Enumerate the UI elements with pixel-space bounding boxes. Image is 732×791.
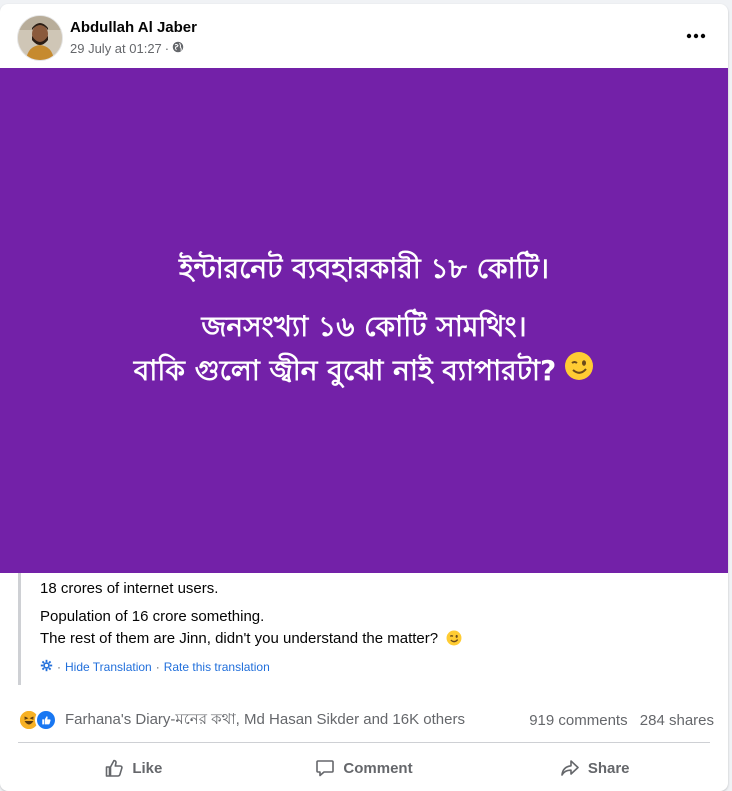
translation-tools: · Hide Translation · Rate this translati… (40, 659, 270, 675)
more-options-icon[interactable] (682, 26, 710, 46)
meta-separator: · (164, 41, 170, 56)
tools-separator: · (57, 660, 61, 674)
share-label: Share (587, 759, 630, 777)
post-meta: 29 July at 01:27 · (70, 41, 184, 56)
wink-emoji-icon (564, 350, 594, 394)
share-button[interactable]: Share (479, 748, 710, 788)
author-name[interactable]: Abdullah Al Jaber (70, 19, 197, 36)
image-text-line-2: জনসংখ্যা ১৬ কোটি সামথিং। (201, 310, 527, 343)
avatar-image (18, 16, 62, 60)
post-actions: Like Comment Share (18, 748, 710, 788)
post-text-image[interactable]: ইন্টারনেট ব্যবহারকারী ১৮ কোটি। জনসংখ্যা … (0, 68, 728, 573)
like-button[interactable]: Like (18, 748, 249, 788)
engagement-counts: 919 comments 284 shares (529, 712, 714, 729)
shares-count[interactable]: 284 shares (640, 712, 714, 729)
hide-translation-link[interactable]: Hide Translation (65, 660, 152, 674)
post-timestamp[interactable]: 29 July at 01:27 (70, 41, 162, 56)
comment-label: Comment (343, 759, 413, 777)
image-text-line-3-wrap: বাকি গুলো জ্বীন বুঝো নাই ব্যাপারটা? (134, 349, 595, 394)
comment-button[interactable]: Comment (249, 748, 480, 788)
divider (18, 742, 710, 743)
post-header: Abdullah Al Jaber 29 July at 01:27 · (0, 4, 728, 68)
tools-separator: · (155, 660, 160, 674)
comments-count[interactable]: 919 comments (529, 712, 627, 729)
share-icon (561, 760, 579, 776)
image-text-line-1: ইন্টারনেট ব্যবহারকারী ১৮ কোটি। (179, 252, 549, 285)
reactions-summary: Farhana's Diary-মনের কথা, Md Hasan Sikde… (18, 708, 714, 732)
translation-settings-icon[interactable] (40, 659, 53, 675)
translation-line-3-wrap: The rest of them are Jinn, didn't you un… (40, 629, 462, 652)
translation-line-3: The rest of them are Jinn, didn't you un… (40, 630, 439, 647)
reaction-icons[interactable] (18, 709, 57, 731)
translation-line-2: Population of 16 crore something. (40, 608, 265, 625)
translation-block: 18 crores of internet users. Population … (18, 573, 708, 685)
like-icon (35, 709, 57, 731)
post-card: Abdullah Al Jaber 29 July at 01:27 · ইন্… (0, 4, 728, 791)
thumbs-up-icon (106, 759, 124, 777)
wink-emoji-small-icon (446, 630, 462, 652)
avatar[interactable] (18, 16, 62, 60)
rate-translation-link[interactable]: Rate this translation (164, 660, 270, 674)
comment-icon (316, 760, 335, 777)
image-text-line-3: বাকি গুলো জ্বীন বুঝো নাই ব্যাপারটা? (133, 354, 557, 387)
reactors-names[interactable]: Farhana's Diary-মনের কথা, Md Hasan Sikde… (65, 708, 529, 733)
translation-line-1: 18 crores of internet users. (40, 580, 219, 597)
globe-icon (172, 41, 184, 56)
like-label: Like (132, 759, 163, 777)
